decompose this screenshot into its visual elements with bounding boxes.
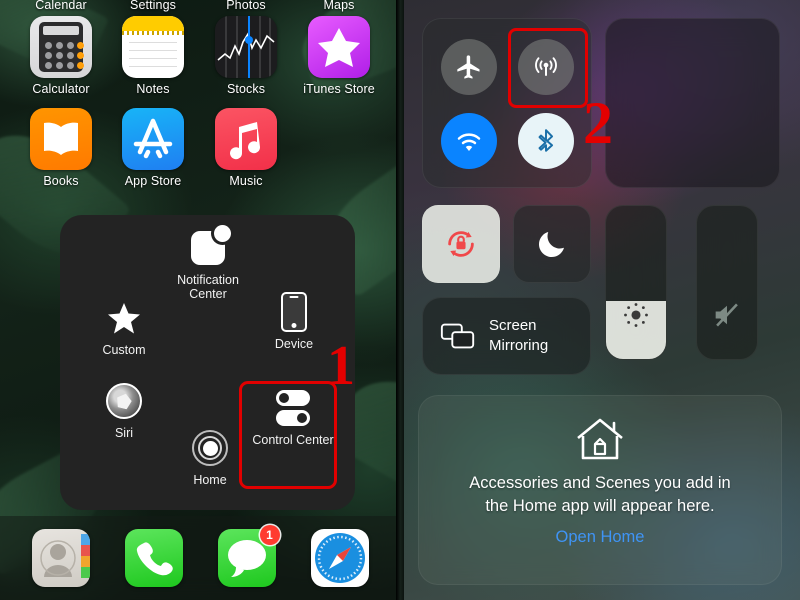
app-label: Calculator — [32, 82, 90, 96]
app-label: Books — [43, 174, 79, 188]
bluetooth-button[interactable] — [518, 113, 574, 169]
app-itunes-store[interactable]: iTunes Store — [296, 16, 382, 96]
assistive-item-label: Notification Center — [177, 273, 239, 301]
messages-badge: 1 — [259, 525, 280, 545]
cutoff-label-photos: Photos — [226, 0, 266, 12]
notification-center-icon — [162, 225, 254, 269]
app-notes[interactable]: Notes — [110, 16, 196, 96]
now-playing-card[interactable] — [605, 18, 780, 188]
airplane-icon — [457, 55, 480, 79]
stocks-icon — [215, 16, 277, 78]
app-label: Stocks — [226, 82, 266, 96]
dock-app-contacts[interactable] — [31, 529, 90, 587]
step-marker-1: 1 — [327, 335, 355, 397]
mute-icon — [710, 298, 744, 337]
bluetooth-icon — [538, 129, 554, 152]
app-app-store[interactable]: App Store — [110, 108, 196, 188]
books-icon — [30, 108, 92, 170]
dock-app-phone[interactable] — [124, 529, 183, 587]
home-accessories-card[interactable]: Accessories and Scenes you add in the Ho… — [418, 395, 782, 585]
app-stocks[interactable]: Stocks — [203, 16, 289, 96]
siri-icon — [78, 380, 170, 422]
moon-icon — [538, 232, 564, 258]
highlight-box-control-center — [239, 381, 337, 489]
calculator-icon — [30, 16, 92, 78]
contacts-icon — [31, 529, 90, 587]
app-label: Music — [229, 174, 263, 188]
app-store-icon — [122, 108, 184, 170]
rotation-lock-button[interactable] — [422, 205, 500, 283]
app-calculator[interactable]: Calculator — [18, 16, 104, 96]
app-music[interactable]: Music — [203, 108, 289, 188]
screen-mirroring-icon — [440, 323, 475, 349]
do-not-disturb-button[interactable] — [513, 205, 591, 283]
iphone-home-screen: Calendar Settings Photos Maps Calculator… — [0, 0, 400, 600]
notes-icon — [122, 16, 184, 78]
dock-app-safari[interactable] — [310, 529, 369, 587]
assistive-item-notification-center[interactable]: Notification Center — [162, 225, 254, 301]
assistive-item-custom[interactable]: Custom — [78, 297, 170, 357]
screen-mirroring-button[interactable]: Screen Mirroring — [422, 297, 591, 375]
cutoff-label-calendar: Calendar — [35, 0, 87, 12]
home-card-text: Accessories and Scenes you add in the Ho… — [469, 474, 731, 515]
star-icon — [78, 297, 170, 339]
volume-slider[interactable] — [696, 205, 758, 360]
assistive-item-label: Custom — [102, 343, 146, 357]
highlight-box-cellular — [508, 28, 588, 108]
open-home-link[interactable]: Open Home — [556, 528, 645, 547]
home-screen-dock: 1 — [0, 516, 400, 600]
screenshot-root: Calendar Settings Photos Maps Calculator… — [0, 0, 800, 600]
phone-icon — [124, 529, 183, 587]
app-label: Notes — [136, 82, 170, 96]
panel-divider — [396, 0, 404, 600]
airplane-mode-button[interactable] — [441, 39, 497, 95]
brightness-icon — [619, 298, 653, 337]
house-icon — [577, 418, 623, 460]
assistive-item-siri[interactable]: Siri — [78, 380, 170, 440]
itunes-store-icon — [308, 16, 370, 78]
wifi-icon — [457, 133, 481, 151]
cutoff-label-settings: Settings — [130, 0, 176, 12]
safari-icon — [310, 529, 369, 587]
app-label: App Store — [124, 174, 182, 188]
step-marker-2: 2 — [583, 90, 613, 156]
music-icon — [215, 108, 277, 170]
assistive-item-label: Siri — [114, 426, 134, 440]
screen-mirroring-label: Screen Mirroring — [489, 317, 549, 354]
device-icon — [248, 291, 340, 333]
app-books[interactable]: Books — [18, 108, 104, 188]
wifi-button[interactable] — [441, 113, 497, 169]
app-label: iTunes Store — [303, 82, 375, 96]
rotation-lock-icon — [448, 231, 474, 257]
cutoff-label-maps: Maps — [323, 0, 355, 12]
dock-app-messages[interactable]: 1 — [217, 525, 280, 587]
brightness-slider[interactable] — [605, 205, 667, 360]
